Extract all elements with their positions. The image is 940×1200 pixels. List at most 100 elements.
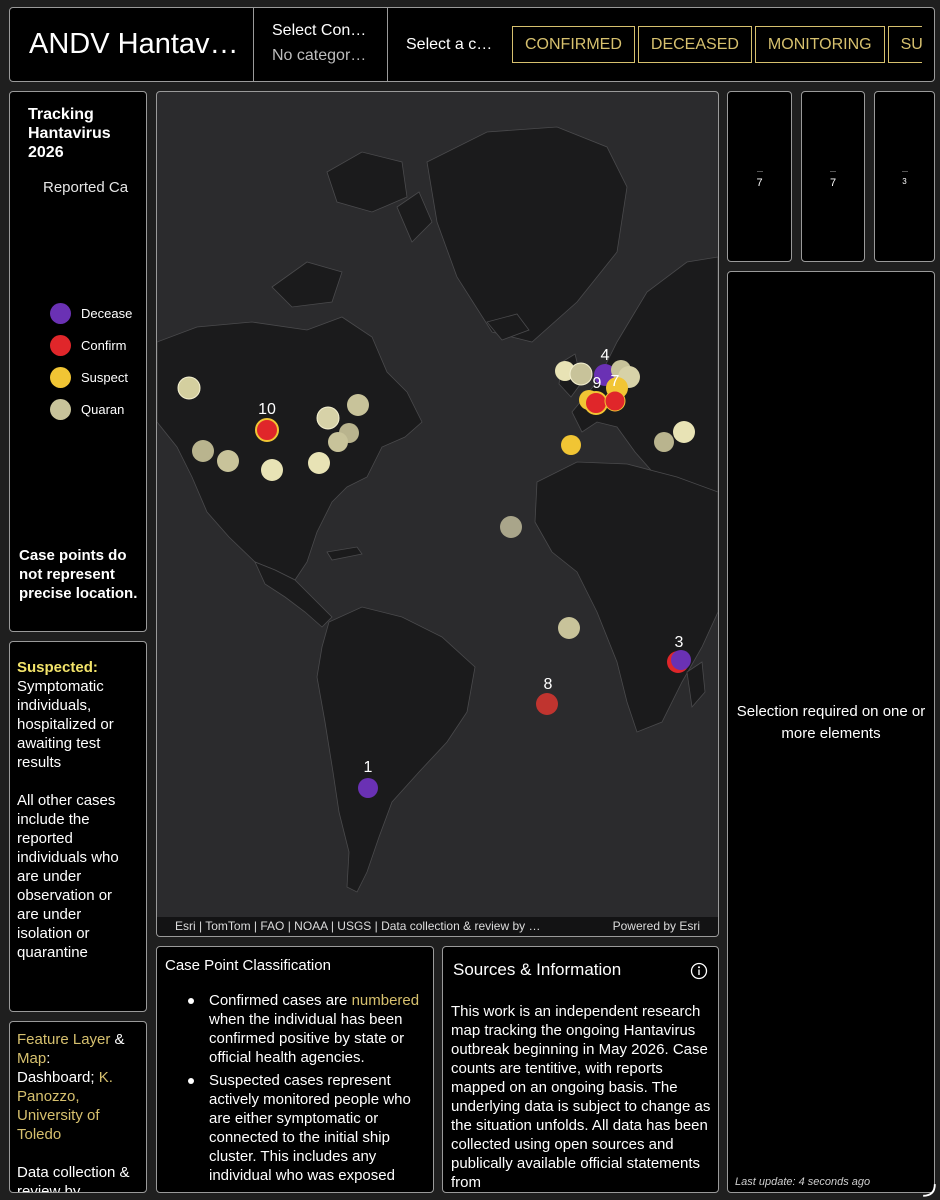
case-count-label: 8 bbox=[544, 676, 553, 693]
quarantine-case-marker[interactable] bbox=[558, 617, 580, 639]
app-title: ANDV Hantav… bbox=[29, 28, 239, 60]
legend-item-label: Quaran bbox=[81, 401, 125, 417]
quarantine-case-marker[interactable] bbox=[328, 432, 348, 452]
definition-description: Symptomatic individuals, hospitalized or… bbox=[17, 678, 114, 771]
monitoring-button[interactable]: MONITORING bbox=[754, 26, 885, 63]
legend-item-quarantined: Quaran bbox=[50, 397, 124, 421]
category-selector-value: No categor… bbox=[272, 47, 367, 64]
confirmed-case-marker[interactable] bbox=[536, 693, 558, 715]
world-map[interactable]: 10 4 9 7 3 8 1 Esri | TomTom | FAO | NOA… bbox=[156, 91, 719, 937]
legend-heading: Reported Ca bbox=[43, 179, 129, 196]
numbered-highlight: numbered bbox=[351, 992, 420, 1009]
case-count-label: 9 bbox=[593, 375, 602, 392]
map-attribution: Esri | TomTom | FAO | NOAA | USGS | Data… bbox=[157, 917, 718, 936]
quarantine-case-marker[interactable] bbox=[569, 362, 593, 386]
sources-title: Sources & Information bbox=[453, 960, 622, 979]
powered-by-esri-link[interactable]: Powered by Esri bbox=[613, 917, 700, 936]
case-count-label: 1 bbox=[364, 759, 373, 776]
deceased-button[interactable]: DECEASED bbox=[637, 26, 752, 63]
deceased-case-marker[interactable] bbox=[671, 650, 691, 670]
quarantine-case-marker[interactable] bbox=[316, 406, 340, 430]
suspected-case-marker[interactable] bbox=[261, 459, 283, 481]
greenland-landmass bbox=[426, 126, 628, 343]
info-icon[interactable] bbox=[690, 962, 708, 980]
legend-item-suspected: Suspect bbox=[50, 365, 128, 389]
quarantine-case-marker[interactable] bbox=[177, 376, 201, 400]
classification-panel: Case Point Classification Confirmed case… bbox=[156, 946, 434, 1193]
case-count-label: 4 bbox=[601, 347, 610, 364]
other-cases-description: All other cases include the reported ind… bbox=[17, 792, 119, 961]
quarantine-case-marker[interactable] bbox=[192, 440, 214, 462]
legend-item-confirmed: Confirm bbox=[50, 333, 127, 357]
south-america-landmass bbox=[316, 606, 476, 893]
confirmed-button[interactable]: CONFIRMED bbox=[512, 26, 635, 63]
counter-tick bbox=[830, 171, 836, 172]
legend-item-label: Decease bbox=[81, 305, 133, 321]
feature-layer-link[interactable]: Feature Layer bbox=[17, 1031, 110, 1048]
category-selector[interactable]: Select Con… No categor… bbox=[254, 8, 387, 81]
confirmed-case-marker[interactable] bbox=[584, 391, 608, 415]
counter-tick bbox=[901, 171, 908, 172]
legend-item-label: Suspect bbox=[81, 369, 128, 385]
definition-panel: Suspected: Symptomatic individuals, hosp… bbox=[9, 641, 147, 1012]
caribbean-island bbox=[326, 546, 363, 561]
classification-list: Confirmed cases are numbered when the in… bbox=[188, 991, 429, 1189]
legend-dot-icon bbox=[50, 366, 71, 388]
confirmed-counter: 7 bbox=[801, 91, 865, 262]
counter-value: 3 bbox=[902, 177, 907, 186]
case-count-label: 7 bbox=[611, 373, 620, 390]
legend-dot-icon bbox=[50, 334, 71, 356]
category-button-bar: CONFIRMED DECEASED MONITORING SUS bbox=[512, 26, 922, 64]
details-panel: Selection required on one or more elemen… bbox=[727, 271, 935, 1193]
resize-handle-icon[interactable] bbox=[922, 1183, 936, 1197]
list-item: Confirmed cases are numbered when the in… bbox=[188, 991, 429, 1067]
quarantine-case-marker[interactable] bbox=[347, 394, 369, 416]
suspected-case-marker[interactable] bbox=[308, 452, 330, 474]
category-selector-label: Select Con… bbox=[272, 22, 367, 39]
selection-required-message: Selection required on one or more elemen… bbox=[736, 703, 926, 742]
definition-term: Suspected: bbox=[17, 659, 98, 676]
list-item-text: when the individual has been confirmed p… bbox=[209, 1011, 405, 1066]
deceased-case-marker[interactable] bbox=[358, 778, 378, 798]
quarantine-case-marker[interactable] bbox=[217, 450, 239, 472]
legend-panel: Tracking Hantavirus 2026 Reported Ca Dec… bbox=[9, 91, 147, 632]
suspected-button[interactable]: SUS bbox=[887, 26, 922, 63]
credits-amp: & bbox=[110, 1031, 125, 1048]
case-count-label: 10 bbox=[258, 401, 276, 418]
landmasses bbox=[157, 126, 718, 893]
arctic-island bbox=[326, 151, 408, 213]
legend-item-deceased: Decease bbox=[50, 301, 132, 325]
confirmed-case-marker[interactable] bbox=[604, 390, 626, 412]
quarantine-case-marker[interactable] bbox=[500, 516, 522, 538]
dashboard-header: ANDV Hantav… Select Con… No categor… Sel… bbox=[9, 7, 935, 82]
suspected-case-marker[interactable] bbox=[673, 421, 695, 443]
credits-colon: : bbox=[46, 1050, 51, 1067]
attribution-text: Esri | TomTom | FAO | NOAA | USGS | Data… bbox=[175, 919, 541, 933]
map-canvas[interactable]: 10 4 9 7 3 8 1 bbox=[157, 92, 718, 936]
list-item-text: Confirmed cases are bbox=[209, 992, 352, 1009]
suspected-case-marker[interactable] bbox=[561, 435, 581, 455]
sources-panel: Sources & Information This work is an in… bbox=[442, 946, 719, 1193]
credits-panel: Feature Layer & Map: Dashboard; K. Panoz… bbox=[9, 1021, 147, 1193]
case-selector[interactable]: Select a c… bbox=[388, 8, 508, 81]
confirmed-case-marker[interactable] bbox=[255, 418, 279, 442]
credits-dashboard-prefix: Dashboard; bbox=[17, 1069, 99, 1086]
counter-value: 7 bbox=[756, 177, 763, 189]
last-update-timestamp: Last update: 4 seconds ago bbox=[735, 1176, 871, 1188]
list-item: Suspected cases represent actively monit… bbox=[188, 1071, 429, 1185]
location-disclaimer: Case points do not represent precise loc… bbox=[19, 547, 138, 602]
map-link[interactable]: Map bbox=[17, 1050, 46, 1067]
legend-item-label: Confirm bbox=[81, 337, 127, 353]
quarantine-case-marker[interactable] bbox=[654, 432, 674, 452]
sources-body: This work is an independent research map… bbox=[451, 1003, 711, 1191]
arctic-island bbox=[271, 261, 343, 308]
counter-value: 7 bbox=[829, 177, 837, 189]
legend-dot-icon bbox=[50, 302, 71, 324]
case-count-label: 3 bbox=[675, 634, 684, 651]
classification-title: Case Point Classification bbox=[165, 957, 331, 974]
legend-dot-icon bbox=[50, 398, 71, 420]
data-collection-credit: Data collection & review by bbox=[17, 1164, 130, 1193]
credits-text: Feature Layer & Map: Dashboard; K. Panoz… bbox=[17, 1030, 139, 1193]
deceased-counter: 7 bbox=[727, 91, 792, 262]
suspected-counter: 3 bbox=[874, 91, 935, 262]
